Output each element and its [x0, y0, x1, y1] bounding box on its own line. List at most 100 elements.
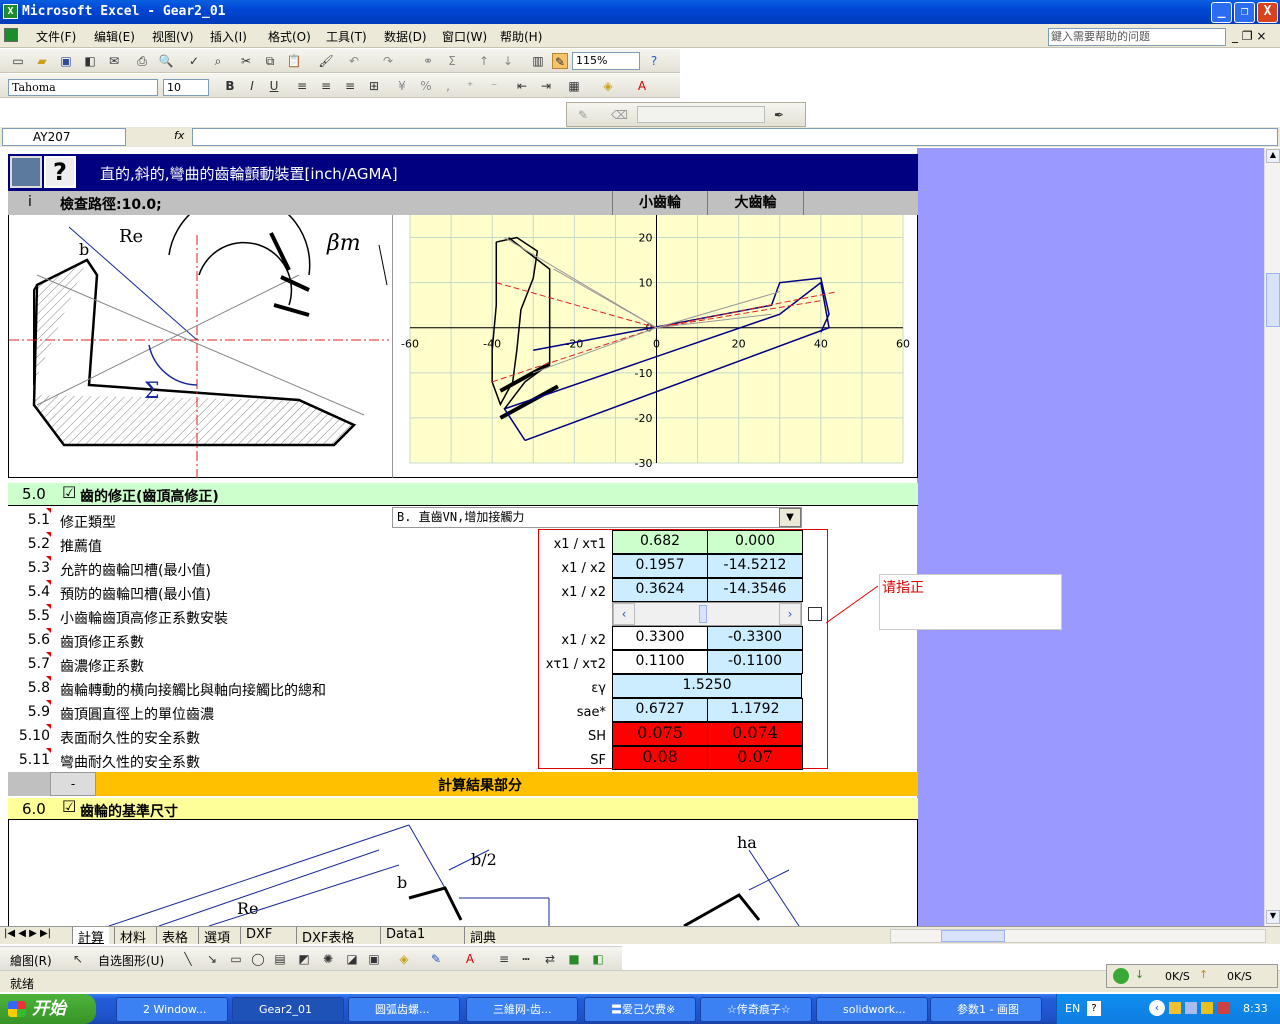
underline-icon[interactable]: U: [266, 78, 282, 94]
font-color-icon[interactable]: A: [634, 78, 650, 94]
sort-asc-icon[interactable]: ↑: [476, 53, 492, 69]
name-box[interactable]: AY207: [2, 128, 126, 146]
cut-icon[interactable]: ✂: [238, 53, 254, 69]
shadow-icon[interactable]: ■: [566, 951, 582, 967]
comment-marker-icon[interactable]: [46, 580, 51, 585]
rectangle-icon[interactable]: ▭: [228, 951, 244, 967]
sf-pinion[interactable]: 0.08: [612, 746, 708, 770]
increase-indent-icon[interactable]: ⇥: [538, 78, 554, 94]
comment-box[interactable]: 请指正: [879, 574, 1062, 630]
taskbar-item[interactable]: solidwork...: [816, 997, 928, 1022]
sheet-tab[interactable]: 計算: [72, 927, 110, 946]
comment-marker-icon[interactable]: [46, 748, 51, 753]
sh-pinion[interactable]: 0.075: [612, 722, 708, 746]
comment-marker-icon[interactable]: [46, 628, 51, 633]
print-icon[interactable]: ⎙: [134, 53, 150, 69]
comment-marker-icon[interactable]: [46, 724, 51, 729]
workbook-icon[interactable]: [4, 28, 18, 42]
paste-icon[interactable]: 📋: [286, 53, 302, 69]
picture-icon[interactable]: ▣: [366, 951, 382, 967]
qq-icon[interactable]: [1169, 1002, 1181, 1014]
sheet-tab[interactable]: Data1: [380, 927, 430, 944]
align-right-icon[interactable]: ≡: [342, 78, 358, 94]
sort-desc-icon[interactable]: ↓: [500, 53, 516, 69]
hyperlink-icon[interactable]: ⚭: [420, 53, 436, 69]
slider-right-icon[interactable]: ›: [779, 603, 801, 625]
arrow-style-icon[interactable]: ⇄: [542, 951, 558, 967]
sheet-tab[interactable]: 材料: [114, 927, 151, 946]
wordart-icon[interactable]: ◩: [296, 951, 312, 967]
font-size-select[interactable]: 10: [163, 79, 209, 96]
scroll-down-icon[interactable]: ▼: [1266, 910, 1280, 924]
help-tray-icon[interactable]: ?: [1087, 1001, 1101, 1016]
decrease-indent-icon[interactable]: ⇤: [514, 78, 530, 94]
oval-icon[interactable]: ◯: [250, 951, 266, 967]
sf-gear[interactable]: 0.07: [707, 746, 803, 770]
taskbar-item[interactable]: ☆传奇痕子☆: [700, 997, 812, 1022]
allowed-undercut-pinion[interactable]: 0.1957: [612, 554, 708, 578]
taskbar-item[interactable]: 〓爱己欠费※: [584, 997, 696, 1022]
menu-help[interactable]: 帮助(H): [500, 28, 542, 45]
sheet-tab[interactable]: DXF: [240, 927, 277, 944]
permission-icon[interactable]: ◧: [82, 53, 98, 69]
chart-wizard-icon[interactable]: ▥: [530, 53, 546, 69]
tray-expand-icon[interactable]: ‹: [1149, 1000, 1165, 1016]
menu-data[interactable]: 数据(D): [384, 28, 427, 45]
comment-marker-icon[interactable]: [46, 676, 51, 681]
undo-icon[interactable]: ↶: [346, 53, 362, 69]
open-icon[interactable]: ▰: [34, 53, 50, 69]
slider-thumb[interactable]: [699, 605, 707, 623]
taskbar-item[interactable]: 三維网-齿...: [466, 997, 578, 1022]
menu-file[interactable]: 文件(F): [36, 28, 76, 45]
addendum-slider[interactable]: ‹ ›: [612, 602, 802, 626]
autoshapes-menu[interactable]: 自选图形(U): [98, 952, 164, 969]
percent-icon[interactable]: %: [418, 78, 434, 94]
doc-window-controls[interactable]: _ ❐ ×: [1232, 29, 1266, 43]
research-icon[interactable]: ⌕: [210, 53, 226, 69]
new-icon[interactable]: ▭: [10, 53, 26, 69]
language-indicator[interactable]: EN: [1065, 1002, 1080, 1015]
comment-marker-icon[interactable]: [46, 508, 51, 513]
formula-input[interactable]: [192, 128, 1278, 146]
fx-icon[interactable]: fx: [174, 129, 184, 142]
diagram-icon[interactable]: ✺: [320, 951, 336, 967]
zoom-select[interactable]: 115%: [572, 52, 640, 70]
close-button[interactable]: X: [1257, 2, 1278, 23]
comment-marker-icon[interactable]: [46, 604, 51, 609]
line-icon[interactable]: ╲: [180, 951, 196, 967]
thickness-coef-pinion[interactable]: 0.1100: [612, 650, 708, 674]
recommended-pinion[interactable]: 0.682: [612, 530, 708, 554]
currency-icon[interactable]: ¥: [394, 78, 410, 94]
save-icon[interactable]: ▣: [58, 53, 74, 69]
comment-marker-icon[interactable]: [46, 532, 51, 537]
line-style-icon[interactable]: ≡: [496, 951, 512, 967]
addendum-coef-gear[interactable]: -0.3300: [707, 626, 803, 650]
results-collapse-button[interactable]: -: [50, 772, 96, 796]
menu-window[interactable]: 窗口(W): [442, 28, 487, 45]
sh-gear[interactable]: 0.074: [707, 722, 803, 746]
pen-icon[interactable]: ✒: [771, 107, 787, 123]
spelling-icon[interactable]: ✓: [186, 53, 202, 69]
network-tray-icon[interactable]: [1185, 1002, 1197, 1014]
ink-color-select[interactable]: [637, 106, 765, 123]
fill-color-icon[interactable]: ◈: [600, 78, 616, 94]
menu-view[interactable]: 视图(V): [152, 28, 194, 45]
correction-type-select[interactable]: B. 直齒VN,增加接觸力: [392, 507, 802, 528]
sheet-tab[interactable]: 詞典: [464, 927, 501, 946]
draw-fill-icon[interactable]: ◈: [396, 951, 412, 967]
autosum-icon[interactable]: Σ: [444, 53, 460, 69]
email-icon[interactable]: ✉: [106, 53, 122, 69]
minimize-button[interactable]: _: [1211, 2, 1232, 23]
comment-marker-icon[interactable]: [46, 556, 51, 561]
print-preview-icon[interactable]: 🔍: [158, 53, 174, 69]
gear-app-icon[interactable]: [10, 156, 42, 188]
scroll-up-icon[interactable]: ▲: [1266, 149, 1280, 163]
sheet-tab[interactable]: DXF表格: [296, 927, 359, 946]
line-color-icon[interactable]: ✎: [428, 951, 444, 967]
taskbar-item[interactable]: Gear2_01: [232, 997, 344, 1022]
tip-thickness-gear[interactable]: 1.1792: [707, 698, 803, 722]
font-name-select[interactable]: Tahoma: [8, 79, 158, 96]
taskbar-item[interactable]: 圆弧齿螺...: [348, 997, 460, 1022]
borders-icon[interactable]: ▦: [566, 78, 582, 94]
clipart-icon[interactable]: ◪: [344, 951, 360, 967]
